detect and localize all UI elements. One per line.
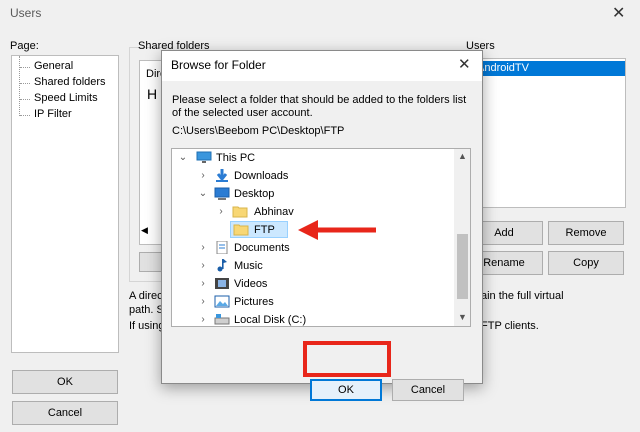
description-text: path. S bbox=[129, 304, 164, 316]
close-icon[interactable]: ✕ bbox=[458, 55, 471, 73]
vertical-scrollbar[interactable]: ▲ ▼ bbox=[454, 149, 470, 326]
dialog-ok-button[interactable]: OK bbox=[310, 379, 382, 401]
tree-item-ftp[interactable]: FTP bbox=[230, 221, 288, 238]
tree-item-local-disk[interactable]: › Local Disk (C:) bbox=[172, 311, 454, 326]
user-item-selected[interactable]: AndroidTV bbox=[463, 61, 625, 76]
chevron-right-icon[interactable]: › bbox=[198, 275, 208, 293]
tree-item-videos[interactable]: › Videos bbox=[172, 275, 454, 293]
page-tree: General Shared folders Speed Limits IP F… bbox=[11, 55, 119, 353]
browse-folder-dialog: Browse for Folder ✕ Please select a fold… bbox=[161, 50, 483, 401]
tree-item-this-pc[interactable]: ⌄ This PC bbox=[172, 149, 454, 167]
red-arrow-icon bbox=[298, 220, 376, 240]
chevron-down-icon[interactable]: ⌄ bbox=[178, 149, 188, 167]
page-label: Page: bbox=[10, 40, 39, 52]
directory-cell: H bbox=[147, 86, 158, 102]
chevron-right-icon[interactable]: › bbox=[198, 293, 208, 311]
scroll-up-icon[interactable]: ▲ bbox=[458, 151, 467, 161]
page-item-shared-folders[interactable]: Shared folders bbox=[18, 76, 106, 91]
remove-user-button[interactable]: Remove bbox=[548, 221, 624, 245]
copy-user-button[interactable]: Copy bbox=[548, 251, 624, 275]
desktop-icon bbox=[214, 187, 230, 200]
monitor-icon bbox=[196, 151, 212, 163]
page-item-ip-filter[interactable]: IP Filter bbox=[18, 108, 72, 123]
scroll-down-icon[interactable]: ▼ bbox=[458, 312, 467, 322]
tree-item-pictures[interactable]: › Pictures bbox=[172, 293, 454, 311]
folder-icon bbox=[232, 206, 248, 218]
chevron-down-icon[interactable]: ⌄ bbox=[198, 185, 208, 203]
ok-highlight-box bbox=[303, 341, 391, 377]
description-text: ain the full virtual bbox=[481, 290, 564, 302]
chevron-right-icon[interactable]: › bbox=[198, 167, 208, 185]
dialog-message: of the selected user account. bbox=[172, 107, 313, 119]
description-text: If using bbox=[129, 320, 165, 332]
page-item-general[interactable]: General bbox=[18, 60, 73, 75]
users-list[interactable]: AndroidTV bbox=[462, 58, 626, 208]
close-icon[interactable]: ✕ bbox=[612, 3, 625, 23]
tree-item-music[interactable]: › Music bbox=[172, 257, 454, 275]
ok-button[interactable]: OK bbox=[12, 370, 118, 394]
tree-item-desktop[interactable]: ⌄ Desktop bbox=[172, 185, 454, 203]
chevron-right-icon[interactable]: › bbox=[216, 203, 226, 221]
scrollbar-thumb[interactable] bbox=[457, 234, 468, 299]
description-text: A direc bbox=[129, 290, 163, 302]
window-title: Users bbox=[10, 6, 42, 20]
pictures-icon bbox=[214, 295, 230, 308]
page-item-speed-limits[interactable]: Speed Limits bbox=[18, 92, 98, 107]
dialog-cancel-button[interactable]: Cancel bbox=[392, 379, 464, 401]
description-text: FTP clients. bbox=[481, 320, 539, 332]
folder-icon bbox=[233, 224, 249, 236]
download-icon bbox=[216, 169, 228, 182]
dialog-message: Please select a folder that should be ad… bbox=[172, 94, 467, 106]
documents-icon bbox=[216, 241, 228, 254]
scroll-left-icon[interactable]: ◀ bbox=[141, 225, 148, 236]
cancel-button[interactable]: Cancel bbox=[12, 401, 118, 425]
videos-icon bbox=[215, 278, 229, 289]
selected-path: C:\Users\Beebom PC\Desktop\FTP bbox=[172, 125, 345, 137]
chevron-right-icon[interactable]: › bbox=[198, 239, 208, 257]
chevron-right-icon[interactable]: › bbox=[198, 257, 208, 275]
chevron-right-icon[interactable]: › bbox=[198, 311, 208, 326]
music-icon bbox=[217, 259, 227, 272]
drive-icon bbox=[214, 314, 230, 325]
dialog-title: Browse for Folder bbox=[171, 58, 266, 72]
tree-item-downloads[interactable]: › Downloads bbox=[172, 167, 454, 185]
